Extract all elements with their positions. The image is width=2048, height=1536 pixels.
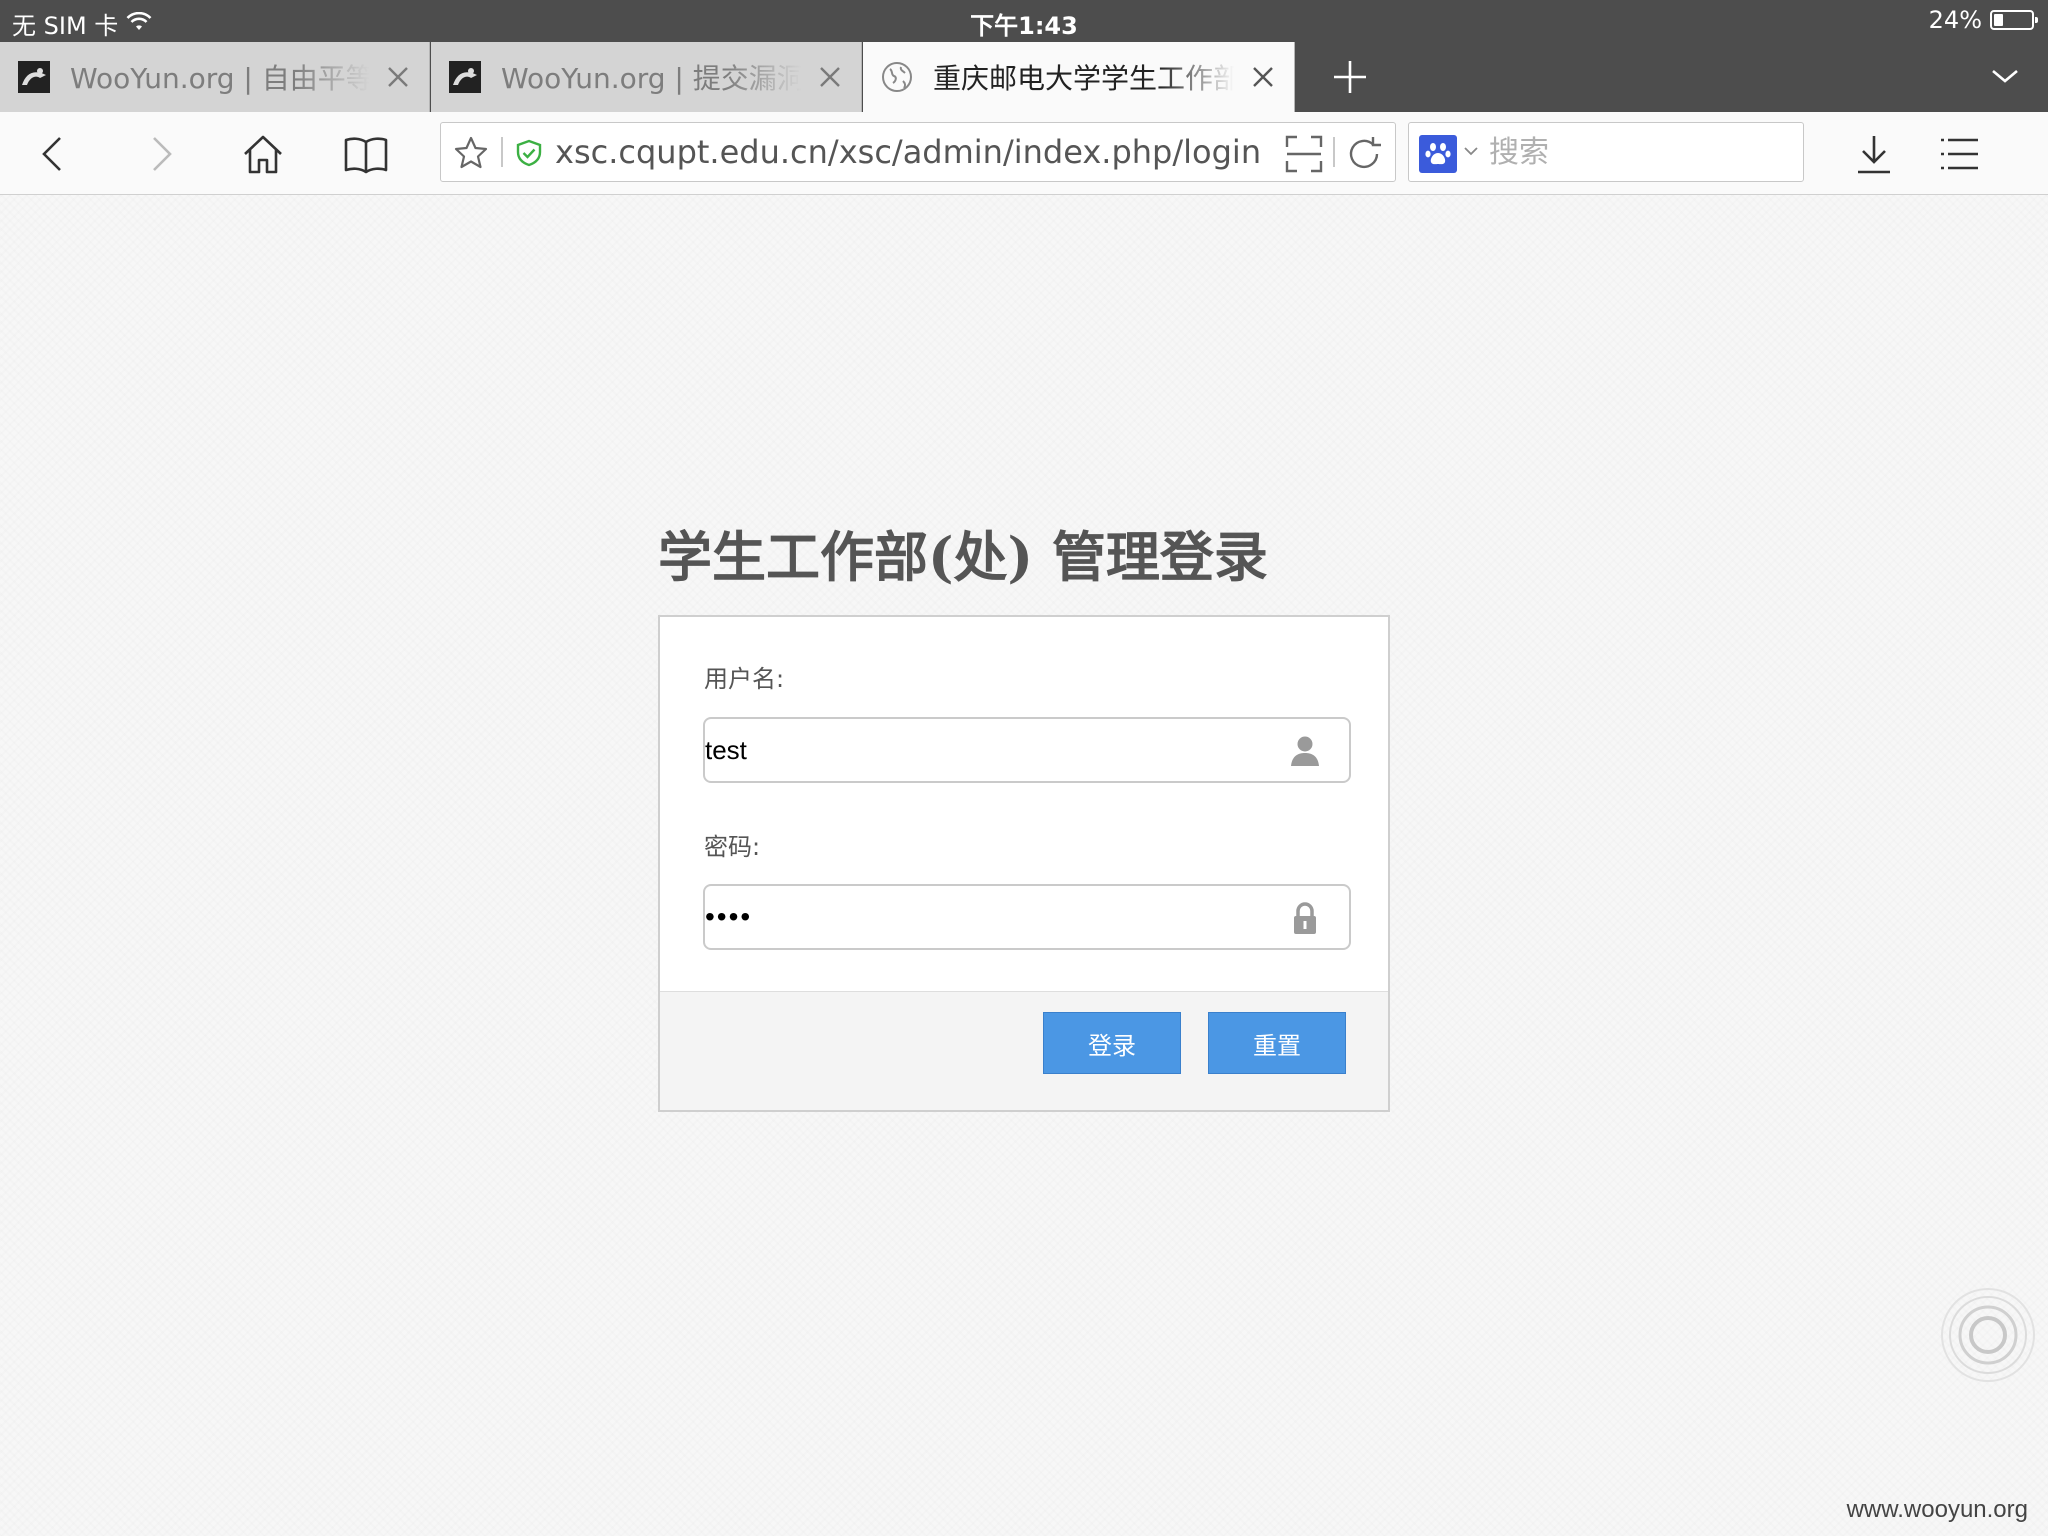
battery-percent: 24% bbox=[1928, 6, 1982, 34]
new-tab-plus-icon[interactable] bbox=[1330, 57, 1370, 97]
tab-bar: WooYun.org | 自由平等开放的漏洞报告平台 WooYun.org | … bbox=[0, 42, 2048, 112]
reset-button[interactable]: 重置 bbox=[1208, 1012, 1346, 1074]
bookmark-star-icon[interactable] bbox=[453, 135, 489, 171]
wooyun-favicon-icon bbox=[18, 61, 50, 93]
forward-chevron-right-icon[interactable] bbox=[138, 132, 182, 176]
secure-shield-icon bbox=[515, 139, 543, 167]
download-icon[interactable] bbox=[1852, 132, 1896, 176]
password-input[interactable] bbox=[705, 886, 1265, 948]
baidu-paw-icon[interactable] bbox=[1419, 135, 1457, 173]
tab-wooyun-home[interactable]: WooYun.org | 自由平等开放的漏洞报告平台 bbox=[0, 42, 430, 112]
status-bar: 无 SIM 卡 下午1:43 24% bbox=[0, 0, 2048, 42]
username-input[interactable] bbox=[705, 719, 1265, 781]
address-separator bbox=[501, 137, 503, 167]
home-icon[interactable] bbox=[241, 132, 285, 176]
lock-icon bbox=[1289, 901, 1321, 935]
browser-toolbar: xsc.cqupt.edu.cn/xsc/admin/index.php/log… bbox=[0, 112, 2048, 195]
tab-cqupt[interactable]: 重庆邮电大学学生工作部 bbox=[863, 42, 1295, 112]
tab-close-icon[interactable] bbox=[813, 60, 847, 94]
password-label: 密码: bbox=[704, 833, 761, 861]
tab-close-icon[interactable] bbox=[1246, 60, 1280, 94]
watermark: www.wooyun.org bbox=[1846, 1496, 2028, 1523]
user-icon bbox=[1289, 734, 1321, 768]
menu-list-icon[interactable] bbox=[1938, 132, 1982, 176]
page-content: 学生工作部(处) 管理登录 用户名: 密码: 登录 重置 www. bbox=[0, 195, 2048, 1536]
engine-chevron-down-icon[interactable] bbox=[1463, 143, 1479, 159]
search-input[interactable] bbox=[1489, 131, 1789, 173]
username-label: 用户名: bbox=[704, 665, 785, 693]
form-actions: 登录 重置 bbox=[660, 991, 1388, 1110]
tab-title: WooYun.org | 自由平等开放的漏洞报告平台 bbox=[70, 62, 369, 95]
page-title: 学生工作部(处) 管理登录 bbox=[658, 525, 1268, 589]
tab-list-chevron-down-icon[interactable] bbox=[1990, 64, 2020, 88]
login-submit-button[interactable]: 登录 bbox=[1043, 1012, 1181, 1074]
tab-close-icon[interactable] bbox=[381, 60, 415, 94]
tab-wooyun-submit[interactable]: WooYun.org | 提交漏洞 bbox=[431, 42, 862, 112]
battery-icon bbox=[1990, 10, 2038, 30]
login-form: 用户名: 密码: 登录 重置 bbox=[658, 615, 1390, 1112]
bookmarks-book-icon[interactable] bbox=[344, 132, 388, 176]
username-field[interactable] bbox=[703, 717, 1351, 783]
search-bar[interactable] bbox=[1408, 122, 1804, 182]
tab-title: WooYun.org | 提交漏洞 bbox=[501, 62, 801, 95]
password-field[interactable] bbox=[703, 884, 1351, 950]
assistive-touch-icon[interactable] bbox=[1936, 1283, 2040, 1387]
back-chevron-left-icon[interactable] bbox=[32, 132, 76, 176]
globe-icon bbox=[881, 61, 913, 93]
qr-scan-icon[interactable] bbox=[1285, 135, 1323, 173]
url-text[interactable]: xsc.cqupt.edu.cn/xsc/admin/index.php/log… bbox=[555, 133, 1261, 171]
reload-icon[interactable] bbox=[1345, 135, 1383, 173]
address-bar[interactable]: xsc.cqupt.edu.cn/xsc/admin/index.php/log… bbox=[440, 122, 1396, 182]
wooyun-favicon-icon bbox=[449, 61, 481, 93]
tab-title: 重庆邮电大学学生工作部 bbox=[933, 62, 1234, 95]
clock: 下午1:43 bbox=[970, 12, 1078, 40]
address-separator bbox=[1333, 137, 1335, 167]
